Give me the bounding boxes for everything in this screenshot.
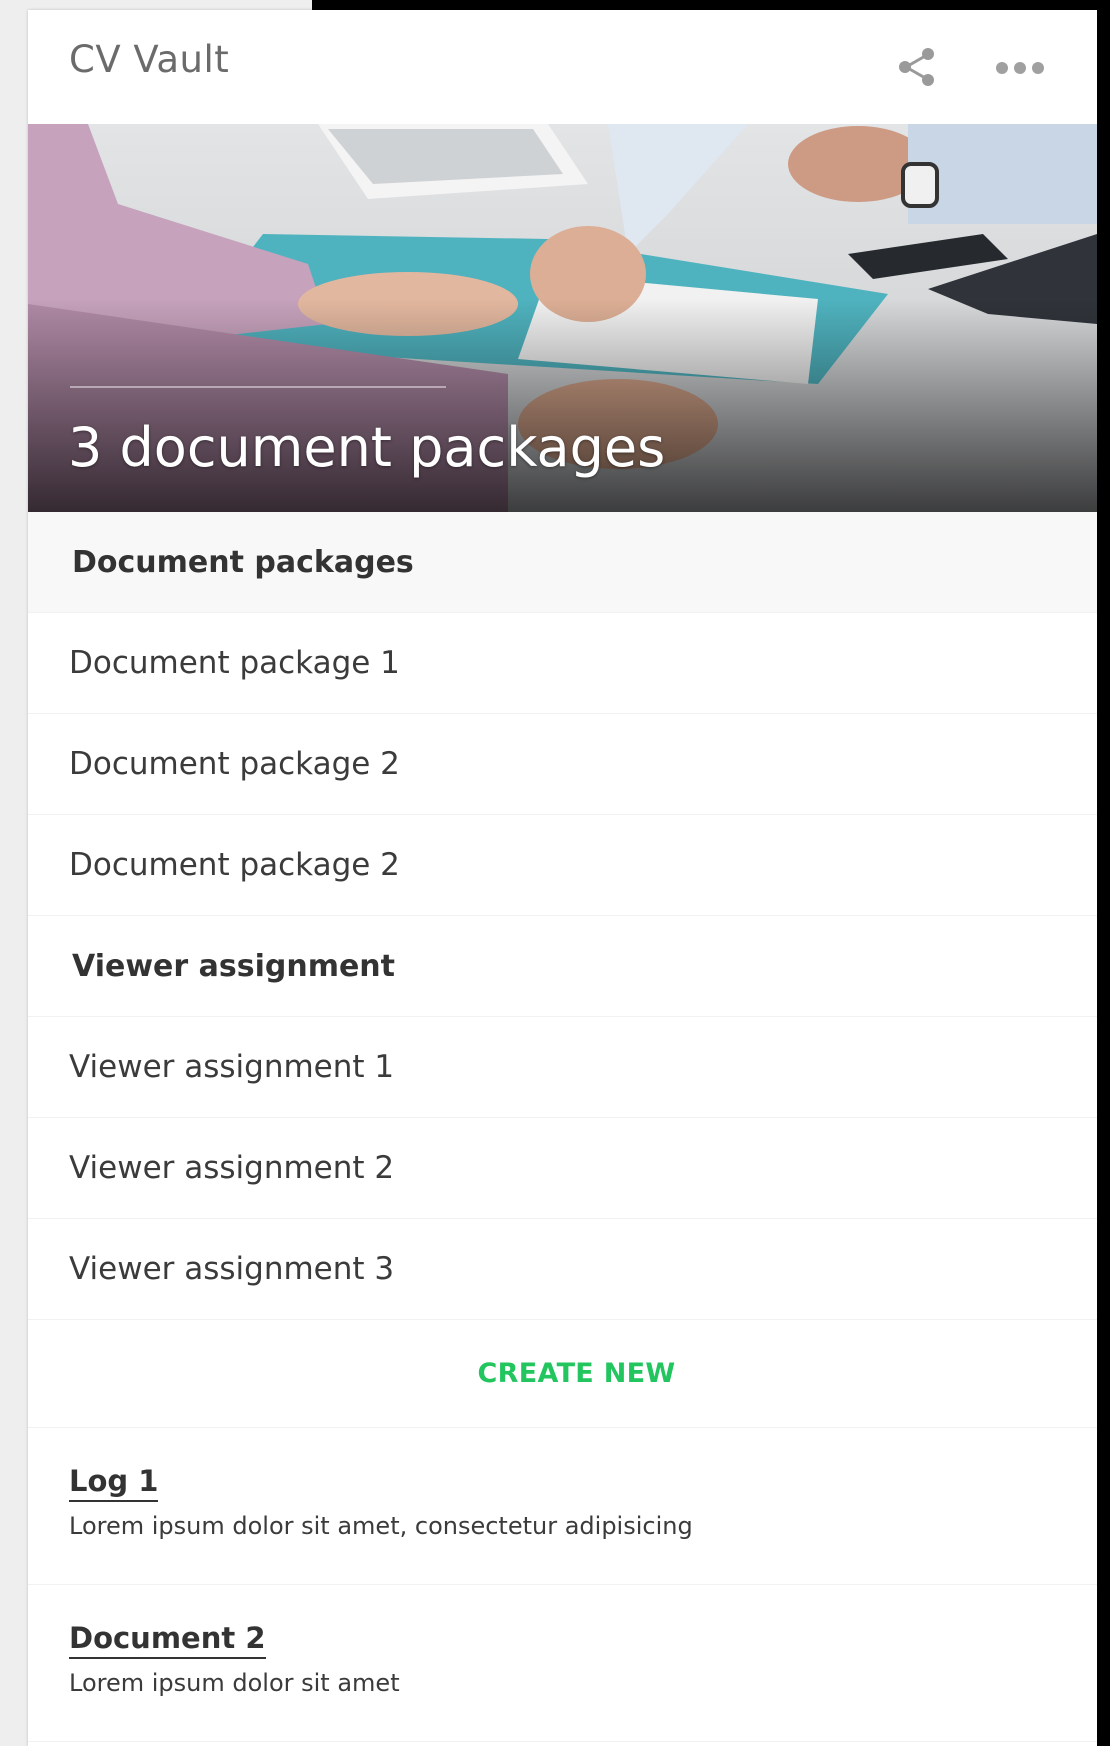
more-horizontal-icon[interactable] (992, 50, 1052, 86)
log-entry: Document 2 Lorem ipsum dolor sit amet (28, 1585, 1097, 1742)
create-new-button[interactable]: CREATE NEW (478, 1358, 676, 1389)
hero-title: 3 document packages (68, 416, 666, 479)
document-package-item[interactable]: Document package 1 (28, 613, 1097, 714)
app-title: CV Vault (69, 38, 230, 81)
log-description: Lorem ipsum dolor sit amet, consectetur … (69, 1512, 693, 1540)
app-card: CV Vault 3 document packages Document pa… (28, 10, 1097, 1746)
viewer-assignment-header: Viewer assignment (28, 916, 1097, 1017)
viewer-assignment-item[interactable]: Viewer assignment 1 (28, 1017, 1097, 1118)
viewer-assignment-item[interactable]: Viewer assignment 2 (28, 1118, 1097, 1219)
viewer-assignments-section: Viewer assignment Viewer assignment 1 Vi… (28, 916, 1097, 1320)
viewer-assignment-item[interactable]: Viewer assignment 3 (28, 1219, 1097, 1320)
create-new-row: CREATE NEW (28, 1320, 1097, 1428)
log-entry: Log 1 Lorem ipsum dolor sit amet, consec… (28, 1428, 1097, 1585)
hero-banner: 3 document packages (28, 124, 1097, 512)
log-title-link[interactable]: Log 1 (69, 1464, 159, 1502)
hero-divider (70, 386, 446, 388)
share-icon[interactable] (894, 44, 940, 90)
app-bar: CV Vault (28, 10, 1097, 124)
log-description: Lorem ipsum dolor sit amet (69, 1669, 400, 1697)
document-package-item[interactable]: Document package 2 (28, 714, 1097, 815)
document-package-item[interactable]: Document package 2 (28, 815, 1097, 916)
document-packages-section: Document packages Document package 1 Doc… (28, 512, 1097, 916)
log-title-link[interactable]: Document 2 (69, 1621, 266, 1659)
document-packages-header: Document packages (28, 512, 1097, 613)
